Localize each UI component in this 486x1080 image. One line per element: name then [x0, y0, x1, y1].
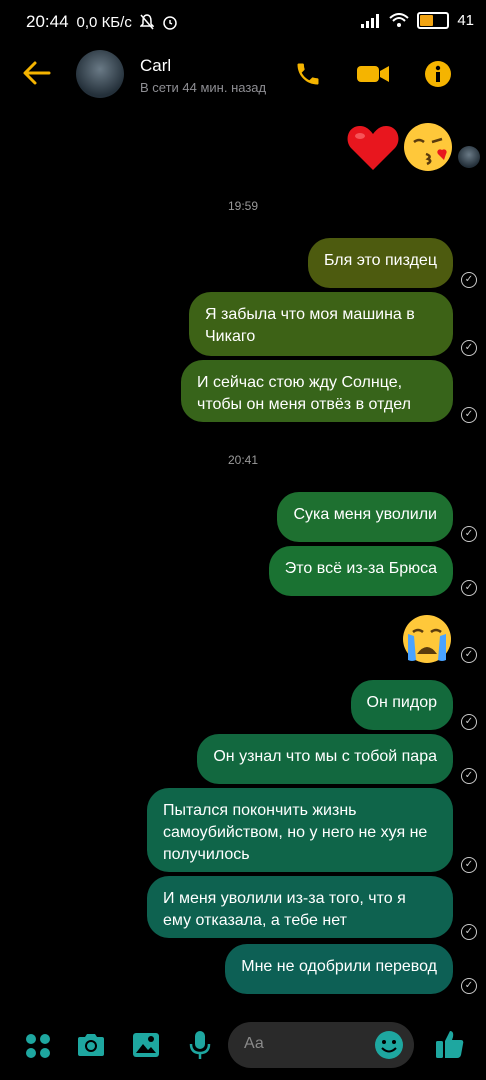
read-check-icon: ✓: [461, 526, 477, 542]
kiss-emoji: [402, 120, 456, 179]
read-check-icon: ✓: [461, 924, 477, 940]
video-call-icon[interactable]: [356, 60, 390, 88]
message-bubble[interactable]: Сука меня уволили: [277, 492, 453, 542]
seen-avatar: [458, 146, 480, 168]
emoji-picker-icon[interactable]: [374, 1030, 404, 1060]
timestamp: 19:59: [227, 199, 259, 213]
gallery-icon[interactable]: [132, 1032, 160, 1058]
message-bubble[interactable]: Он пидор: [350, 680, 453, 730]
message-bubble[interactable]: Он узнал что мы с тобой пара: [197, 734, 453, 784]
alarm-icon: [163, 16, 177, 30]
crying-emoji: [400, 612, 454, 671]
read-check-icon: ✓: [461, 857, 477, 873]
contact-status: В сети 44 мин. назад: [140, 80, 267, 95]
read-check-icon: ✓: [461, 978, 477, 994]
read-check-icon: ✓: [461, 768, 477, 784]
avatar[interactable]: [76, 50, 124, 98]
message-bubble[interactable]: Я забыла что моя машина в Чикаго: [189, 292, 453, 356]
status-bar: 20:44 0,0 КБ/с 41: [0, 0, 486, 44]
mute-icon: [139, 14, 154, 30]
status-speed: 0,0 КБ/с: [76, 13, 132, 31]
heart-emoji: [346, 122, 400, 177]
apps-icon[interactable]: [24, 1032, 52, 1060]
camera-icon[interactable]: [76, 1032, 106, 1058]
contact-name[interactable]: Carl: [140, 56, 171, 76]
message-bubble[interactable]: Мне не одобрили перевод: [225, 944, 453, 994]
message-bubble[interactable]: И сейчас стою жду Солнце, чтобы он меня …: [181, 360, 453, 422]
message-bubble[interactable]: И меня уволили из-за того, что я ему отк…: [147, 876, 453, 938]
status-time: 20:44: [26, 12, 69, 31]
timestamp: 20:41: [227, 453, 259, 467]
battery-icon: [417, 12, 450, 29]
read-check-icon: ✓: [461, 272, 477, 288]
chat-header: Carl В сети 44 мин. назад: [0, 46, 486, 104]
read-check-icon: ✓: [461, 714, 477, 730]
read-check-icon: ✓: [461, 580, 477, 596]
message-input[interactable]: Аа: [228, 1022, 414, 1068]
read-check-icon: ✓: [461, 340, 477, 356]
composer-bar: Аа: [0, 1020, 486, 1080]
read-check-icon: ✓: [461, 407, 477, 423]
message-bubble[interactable]: Это всё из-за Брюса: [268, 546, 453, 596]
message-bubble[interactable]: Бля это пиздец: [307, 238, 453, 288]
signal-icon: [361, 13, 380, 28]
battery-level: 41: [457, 12, 474, 29]
message-input-placeholder: Аа: [244, 1035, 264, 1052]
read-check-icon: ✓: [461, 647, 477, 663]
back-arrow-icon[interactable]: [22, 58, 52, 88]
wifi-icon: [389, 13, 409, 27]
phone-icon[interactable]: [294, 60, 322, 88]
info-icon[interactable]: [424, 60, 452, 88]
message-bubble[interactable]: Пытался покончить жизнь самоубийством, н…: [147, 788, 453, 872]
thumbs-up-icon[interactable]: [434, 1028, 466, 1060]
microphone-icon[interactable]: [188, 1030, 212, 1060]
